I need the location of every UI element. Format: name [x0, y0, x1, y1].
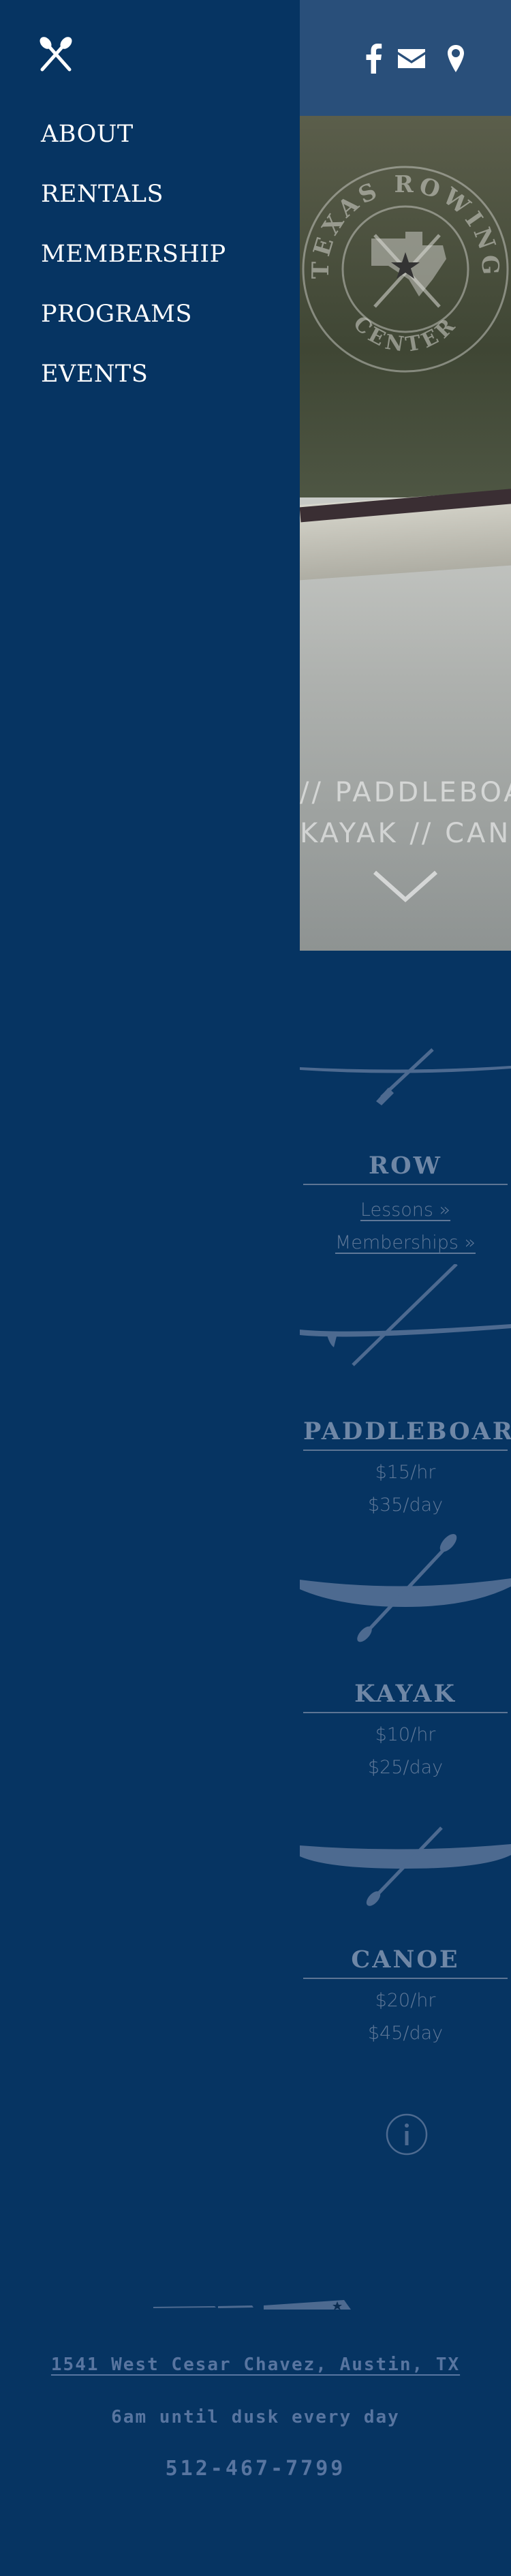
location-pin-icon[interactable] [446, 44, 465, 74]
rowing-shell-illustration [300, 1048, 511, 1105]
lessons-link[interactable]: Lessons » [300, 1199, 511, 1221]
top-bar [300, 0, 511, 116]
rental-row: ROW Lessons » Memberships » [300, 1036, 511, 1253]
nav-item-programs[interactable]: PROGRAMS [41, 296, 226, 356]
kayak-daily-price: $25/day [367, 1757, 444, 1778]
hero-tagline-1: // PADDLEBOARD // [300, 777, 511, 808]
info-icon[interactable] [385, 2113, 429, 2156]
mail-icon[interactable] [397, 44, 427, 74]
rental-paddleboard: PADDLEBOARD $15/hr $35/day [300, 1264, 511, 1516]
paddleboard-hourly-price: $15/hr [375, 1462, 436, 1483]
rental-title-paddleboard: PADDLEBOARD [303, 1417, 511, 1451]
footer-address-link[interactable]: 1541 West Cesar Chavez, Austin, TX [0, 2355, 511, 2375]
kayak-illustration [300, 1533, 511, 1642]
rowing-shell-logo [153, 2300, 351, 2310]
svg-text:CENTER: CENTER [348, 311, 463, 357]
footer-hours: 6am until dusk every day [111, 2407, 400, 2427]
paddleboard-daily-price: $35/day [367, 1494, 444, 1516]
facebook-icon[interactable] [365, 44, 382, 74]
hero-image: TEXAS ROWING CENTER // PADDLEBOARD // KA… [300, 116, 511, 951]
main-content: TEXAS ROWING CENTER // PADDLEBOARD // KA… [300, 0, 511, 2576]
rental-title-kayak: KAYAK [303, 1680, 508, 1713]
nav-drawer: ABOUT RENTALS MEMBERSHIP PROGRAMS EVENTS [0, 0, 300, 2576]
canoe-daily-price: $45/day [367, 2023, 444, 2044]
rental-canoe: CANOE $20/hr $45/day [300, 1813, 511, 2044]
main-nav: ABOUT RENTALS MEMBERSHIP PROGRAMS EVENTS [41, 116, 226, 416]
memberships-link[interactable]: Memberships » [300, 1232, 511, 1253]
footer-phone[interactable]: 512-467-7799 [0, 2457, 511, 2481]
hero-tagline-2: KAYAK // CANOE // [300, 818, 511, 849]
close-oars-icon[interactable] [35, 35, 76, 76]
canoe-illustration [300, 1826, 511, 1906]
seal-text-bottom: CENTER [348, 311, 459, 357]
rental-title-row: ROW [303, 1152, 508, 1185]
chevron-down-icon[interactable] [371, 865, 439, 906]
nav-item-rentals[interactable]: RENTALS [41, 176, 226, 236]
paddleboard-illustration [300, 1264, 511, 1366]
nav-item-about[interactable]: ABOUT [41, 116, 226, 176]
kayak-hourly-price: $10/hr [375, 1724, 436, 1745]
nav-item-events[interactable]: EVENTS [41, 356, 226, 416]
rental-kayak: KAYAK $10/hr $25/day [300, 1533, 511, 1778]
canoe-hourly-price: $20/hr [375, 1990, 436, 2011]
rental-title-canoe: CANOE [303, 1946, 508, 1979]
nav-item-membership[interactable]: MEMBERSHIP [41, 236, 226, 296]
rowing-center-seal: TEXAS ROWING CENTER [302, 166, 509, 373]
